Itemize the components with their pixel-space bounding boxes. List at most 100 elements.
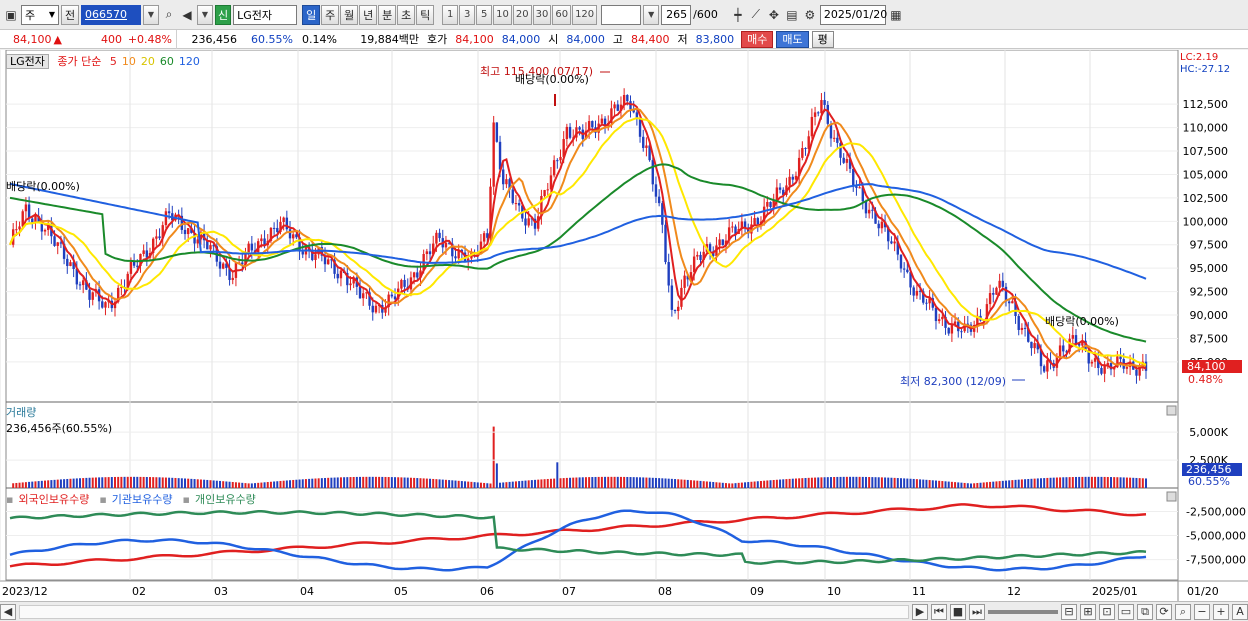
- draw-icon[interactable]: ⟋: [748, 6, 764, 24]
- stock-chart[interactable]: 112,500 110,000 107,500 105,000 102,500 100,0…: [0, 50, 1248, 602]
- volume-bar: [63, 479, 66, 488]
- candle-body: [826, 104, 829, 124]
- volume-bar: [260, 482, 263, 488]
- link-icon[interactable]: ⟳: [1156, 603, 1172, 620]
- volume-bar: [75, 478, 78, 488]
- volume-bar: [546, 478, 549, 488]
- period-button-4[interactable]: 분: [378, 4, 397, 25]
- layout-icon[interactable]: ⊟: [1061, 603, 1077, 620]
- chart-type-icon[interactable]: ⧉: [1137, 603, 1153, 620]
- volume-bar: [82, 478, 85, 488]
- period-button-6[interactable]: 틱: [416, 4, 435, 25]
- tile-icon[interactable]: ⊡: [1099, 603, 1115, 620]
- period-button-3[interactable]: 년: [359, 4, 378, 25]
- candle-body: [877, 223, 880, 229]
- scroll-left-icon[interactable]: ◀: [0, 603, 16, 620]
- volume-bar: [1039, 478, 1042, 488]
- volume-bar: [171, 477, 174, 488]
- volume-bar: [1113, 477, 1116, 488]
- code-dropdown-button[interactable]: ▼: [143, 4, 159, 25]
- volume-bar: [368, 476, 371, 488]
- chart-area[interactable]: 112,500 110,000 107,500 105,000 102,500 100,0…: [0, 50, 1248, 602]
- volume-bar: [588, 477, 591, 488]
- volume-bar: [642, 477, 645, 488]
- candle-body: [24, 204, 28, 212]
- interval-button-3[interactable]: 3: [459, 4, 476, 25]
- gear-icon[interactable]: ⚙: [802, 6, 818, 24]
- period-button-0[interactable]: 일: [302, 4, 321, 25]
- volume-bar: [877, 477, 880, 488]
- volume-bar: [104, 477, 107, 488]
- period-button-2[interactable]: 월: [340, 4, 359, 25]
- holding-legend-item-0: ▪ 외국인보유수량: [6, 493, 90, 506]
- zoom-in-icon[interactable]: +: [1213, 603, 1229, 620]
- buy-button[interactable]: 매수: [741, 30, 774, 48]
- period-button-5[interactable]: 초: [397, 4, 416, 25]
- interval-input[interactable]: [601, 4, 642, 25]
- sound-dropdown-button[interactable]: ▼: [197, 4, 213, 25]
- horizontal-scrollbar[interactable]: [19, 604, 909, 619]
- candle-body: [947, 327, 950, 334]
- toolbar: ▣ 주 ▼ 전 066570 ▼ ⌕ ◀ ▼ 신 LG전자 일주월년분초틱 135…: [0, 0, 1248, 30]
- volume-bar: [683, 479, 686, 488]
- volume-bar: [1027, 478, 1030, 488]
- volume-bar: [1043, 478, 1046, 488]
- play-icon[interactable]: ▶: [912, 603, 928, 620]
- rewind-icon[interactable]: ⏮: [931, 603, 947, 620]
- sell-button[interactable]: 매도: [776, 30, 809, 48]
- prev-button[interactable]: 전: [61, 4, 79, 25]
- interval-button-120[interactable]: 120: [572, 4, 598, 25]
- candle-body: [804, 148, 807, 150]
- volume-bar: [1135, 477, 1138, 488]
- stop-icon[interactable]: ■: [950, 603, 966, 620]
- volume-bar: [772, 479, 775, 488]
- interval-dropdown-button[interactable]: ▼: [643, 4, 660, 25]
- interval-button-30[interactable]: 30: [532, 4, 552, 25]
- stock-code-input[interactable]: 066570: [81, 4, 141, 25]
- volume-bar: [311, 478, 314, 488]
- window-icon[interactable]: ▭: [1118, 603, 1134, 620]
- volume-bar: [610, 476, 613, 488]
- volume-bar: [384, 476, 387, 488]
- candle-body: [91, 292, 94, 300]
- date-input[interactable]: 2025/01/20: [819, 4, 887, 25]
- calendar-icon[interactable]: ▦: [888, 6, 904, 24]
- volume-bar: [724, 483, 727, 488]
- pin-icon[interactable]: ✥: [766, 6, 782, 24]
- volume-bar: [234, 482, 237, 488]
- period-dropdown[interactable]: 주 ▼: [21, 4, 59, 25]
- candle-body: [88, 289, 91, 300]
- volume-bar: [1014, 479, 1017, 488]
- zoom-out-icon[interactable]: −: [1194, 603, 1210, 620]
- candle-body: [218, 261, 222, 269]
- count-total: /600: [693, 8, 718, 21]
- volume-bar: [925, 479, 928, 488]
- search-icon[interactable]: ⌕: [161, 6, 177, 24]
- save-icon[interactable]: ▤: [784, 6, 800, 24]
- interval-button-5[interactable]: 5: [476, 4, 493, 25]
- speaker-icon[interactable]: ◀: [179, 6, 195, 24]
- window-icon[interactable]: ▣: [3, 6, 19, 24]
- eval-button[interactable]: 평: [811, 30, 834, 48]
- zoom-icon[interactable]: ⌕: [1175, 603, 1191, 620]
- volume-bar: [438, 479, 441, 488]
- count-input[interactable]: 265: [661, 4, 692, 25]
- interval-button-20[interactable]: 20: [512, 4, 532, 25]
- volume-bar: [693, 480, 696, 488]
- zoom-slider[interactable]: [988, 609, 1058, 614]
- candle-body: [998, 280, 1001, 288]
- forward-icon[interactable]: ⏭: [969, 603, 985, 620]
- interval-button-60[interactable]: 60: [552, 4, 572, 25]
- candle-body: [810, 116, 814, 137]
- volume-bar: [906, 478, 909, 488]
- volume-bar: [59, 479, 62, 488]
- interval-button-1[interactable]: 1: [442, 4, 459, 25]
- split-icon[interactable]: ⊞: [1080, 603, 1096, 620]
- candle-body: [677, 306, 680, 312]
- interval-button-10[interactable]: 10: [493, 4, 512, 25]
- candle-icon[interactable]: ┿: [730, 6, 746, 24]
- text-size-icon[interactable]: A: [1232, 603, 1248, 620]
- period-button-1[interactable]: 주: [321, 4, 340, 25]
- stock-name-field[interactable]: LG전자: [233, 4, 298, 25]
- candle-body: [556, 160, 559, 162]
